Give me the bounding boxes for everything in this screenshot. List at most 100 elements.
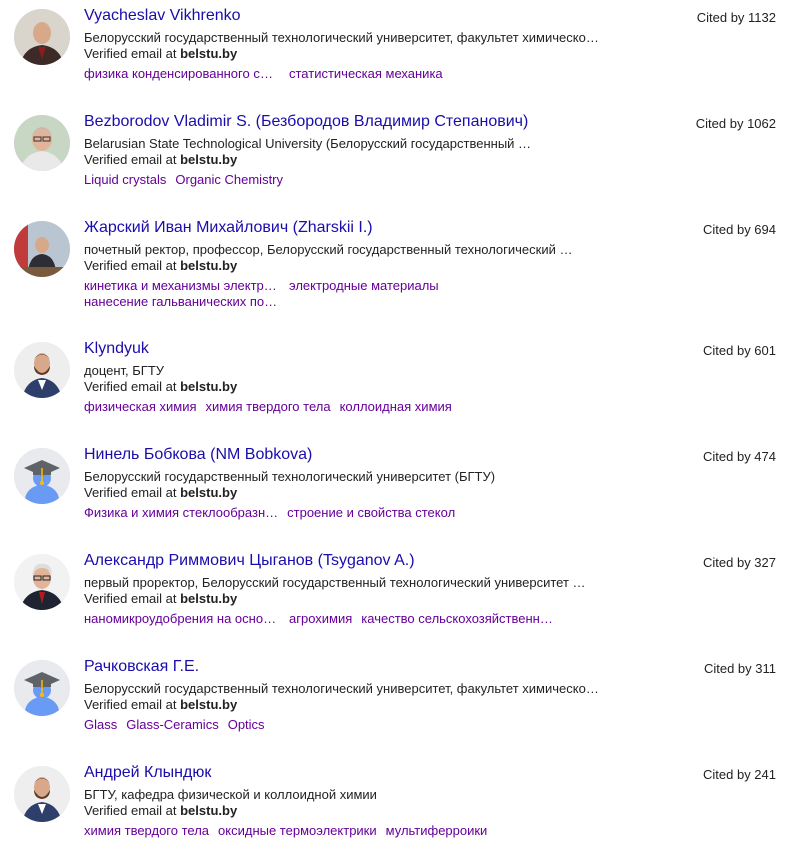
verified-email: Verified email at belstu.by bbox=[84, 258, 237, 273]
profile-photo bbox=[14, 766, 70, 822]
profile-photo bbox=[14, 554, 70, 610]
affiliation: Белорусский государственный технологичес… bbox=[84, 30, 604, 45]
cited-by-count[interactable]: Cited by 241 bbox=[703, 767, 776, 782]
affiliation: почетный ректор, профессор, Белорусский … bbox=[84, 242, 573, 257]
interest-tag[interactable]: наномикроудобрения на основ… bbox=[84, 611, 280, 627]
interest-tag[interactable]: электродные материалы bbox=[289, 278, 439, 294]
interest-tag[interactable]: кинетика и механизмы электро… bbox=[84, 278, 280, 294]
interest-tag[interactable]: коллоидная химия bbox=[340, 399, 452, 415]
profile-row: Vyacheslav Vikhrenko Cited by 1132 Белор… bbox=[0, 0, 790, 100]
graduate-cap-icon bbox=[14, 448, 70, 504]
affiliation: Belarusian State Technological Universit… bbox=[84, 136, 532, 151]
email-prefix: Verified email at bbox=[84, 697, 181, 712]
verified-email: Verified email at belstu.by bbox=[84, 379, 237, 394]
interest-tags: Liquid crystals Organic Chemistry bbox=[84, 172, 484, 188]
affiliation: БГТУ, кафедра физической и коллоидной хи… bbox=[84, 787, 377, 802]
interest-tag[interactable]: физическая химия bbox=[84, 399, 197, 415]
affiliation: доцент, БГТУ bbox=[84, 363, 165, 378]
verified-email: Verified email at belstu.by bbox=[84, 46, 237, 61]
email-domain: belstu.by bbox=[180, 803, 238, 818]
email-prefix: Verified email at bbox=[84, 591, 181, 606]
interest-tags: химия твердого тела оксидные термоэлектри… bbox=[84, 823, 644, 839]
avatar[interactable] bbox=[14, 766, 70, 822]
affiliation: Белорусский государственный технологичес… bbox=[84, 681, 604, 696]
verified-email: Verified email at belstu.by bbox=[84, 697, 237, 712]
interest-tags: физическая химия химия твердого тела колло… bbox=[84, 399, 484, 415]
interest-tag[interactable]: Liquid crystals bbox=[84, 172, 166, 188]
verified-email: Verified email at belstu.by bbox=[84, 152, 237, 167]
profile-photo bbox=[14, 221, 70, 277]
profile-row: Bezborodov Vladimir S. (Безбородов Влади… bbox=[0, 106, 790, 206]
profile-photo bbox=[14, 115, 70, 171]
profile-photo bbox=[14, 9, 70, 65]
profile-name-link[interactable]: Нинель Бобкова (NM Bobkova) bbox=[84, 446, 312, 464]
cited-by-count[interactable]: Cited by 1132 bbox=[697, 10, 776, 25]
interest-tag[interactable]: физика конденсированного со… bbox=[84, 66, 280, 82]
cited-by-count[interactable]: Cited by 311 bbox=[704, 661, 776, 676]
avatar[interactable] bbox=[14, 448, 70, 504]
profile-name-link[interactable]: Рачковская Г.Е. bbox=[84, 658, 199, 676]
interest-tag[interactable]: Optics bbox=[228, 717, 265, 733]
email-prefix: Verified email at bbox=[84, 485, 181, 500]
profile-row: Жарский Иван Михайлович (Zharskii I.) Ci… bbox=[0, 212, 790, 312]
cited-by-count[interactable]: Cited by 694 bbox=[703, 222, 776, 237]
avatar[interactable] bbox=[14, 554, 70, 610]
email-domain: belstu.by bbox=[180, 697, 238, 712]
email-domain: belstu.by bbox=[180, 46, 238, 61]
profile-name-link[interactable]: Жарский Иван Михайлович (Zharskii I.) bbox=[84, 219, 373, 237]
affiliation: Белорусский государственный технологичес… bbox=[84, 469, 496, 484]
profile-row: Нинель Бобкова (NM Bobkova) Cited by 474… bbox=[0, 439, 790, 539]
interest-tag[interactable]: качество сельскохозяйственно… bbox=[361, 611, 557, 627]
profile-name-link[interactable]: Vyacheslav Vikhrenko bbox=[84, 7, 241, 25]
email-prefix: Verified email at bbox=[84, 258, 181, 273]
profile-name-link[interactable]: Александр Риммович Цыганов (Tsyganov A.) bbox=[84, 552, 415, 570]
email-prefix: Verified email at bbox=[84, 379, 181, 394]
email-prefix: Verified email at bbox=[84, 803, 181, 818]
interest-tag[interactable]: Organic Chemistry bbox=[175, 172, 283, 188]
interest-tag[interactable]: Физика и химия стеклообразн… bbox=[84, 505, 278, 521]
interest-tag[interactable]: нанесение гальванических пок… bbox=[84, 294, 280, 310]
cited-by-count[interactable]: Cited by 474 bbox=[703, 449, 776, 464]
email-prefix: Verified email at bbox=[84, 152, 181, 167]
interest-tag[interactable]: оксидные термоэлектрики bbox=[218, 823, 377, 839]
profile-photo bbox=[14, 342, 70, 398]
profile-name-link[interactable]: Bezborodov Vladimir S. (Безбородов Влади… bbox=[84, 113, 528, 131]
profile-row: Рачковская Г.Е. Cited by 311 Белорусский… bbox=[0, 651, 790, 751]
email-domain: belstu.by bbox=[180, 379, 238, 394]
profile-name-link[interactable]: Андрей Клындюк bbox=[84, 764, 211, 782]
interest-tag[interactable]: химия твердого тела bbox=[206, 399, 331, 415]
interest-tags: физика конденсированного со… статистическ… bbox=[84, 66, 484, 82]
interest-tag[interactable]: химия твердого тела bbox=[84, 823, 209, 839]
avatar[interactable] bbox=[14, 9, 70, 65]
interest-tags: наномикроудобрения на основ… агрохимия кач… bbox=[84, 611, 644, 627]
avatar[interactable] bbox=[14, 221, 70, 277]
profile-name-link[interactable]: Klyndyuk bbox=[84, 340, 149, 358]
verified-email: Verified email at belstu.by bbox=[84, 803, 237, 818]
avatar[interactable] bbox=[14, 115, 70, 171]
interest-tag[interactable]: Glass bbox=[84, 717, 117, 733]
interest-tags: Glass Glass-Ceramics Optics bbox=[84, 717, 484, 733]
email-domain: belstu.by bbox=[180, 152, 238, 167]
email-domain: belstu.by bbox=[180, 591, 238, 606]
interest-tag[interactable]: Glass-Ceramics bbox=[126, 717, 218, 733]
profile-row: Андрей Клындюк Cited by 241 БГТУ, кафедр… bbox=[0, 757, 790, 857]
graduate-cap-icon bbox=[14, 660, 70, 716]
email-domain: belstu.by bbox=[180, 258, 238, 273]
profile-row: Klyndyuk Cited by 601 доцент, БГТУ Verif… bbox=[0, 333, 790, 433]
avatar[interactable] bbox=[14, 342, 70, 398]
verified-email: Verified email at belstu.by bbox=[84, 591, 237, 606]
profile-row: Александр Риммович Цыганов (Tsyganov A.)… bbox=[0, 545, 790, 645]
cited-by-count[interactable]: Cited by 601 bbox=[703, 343, 776, 358]
verified-email: Verified email at belstu.by bbox=[84, 485, 237, 500]
email-domain: belstu.by bbox=[180, 485, 238, 500]
interest-tags: Физика и химия стеклообразн… строение и с… bbox=[84, 505, 484, 521]
cited-by-count[interactable]: Cited by 1062 bbox=[696, 116, 776, 131]
interest-tag[interactable]: агрохимия bbox=[289, 611, 352, 627]
interest-tag[interactable]: статистическая механика bbox=[289, 66, 443, 82]
interest-tag[interactable]: мультиферроики bbox=[386, 823, 488, 839]
cited-by-count[interactable]: Cited by 327 bbox=[703, 555, 776, 570]
affiliation: первый проректор, Белорусский государств… bbox=[84, 575, 586, 590]
email-prefix: Verified email at bbox=[84, 46, 181, 61]
avatar[interactable] bbox=[14, 660, 70, 716]
interest-tag[interactable]: строение и свойства стекол bbox=[287, 505, 455, 521]
